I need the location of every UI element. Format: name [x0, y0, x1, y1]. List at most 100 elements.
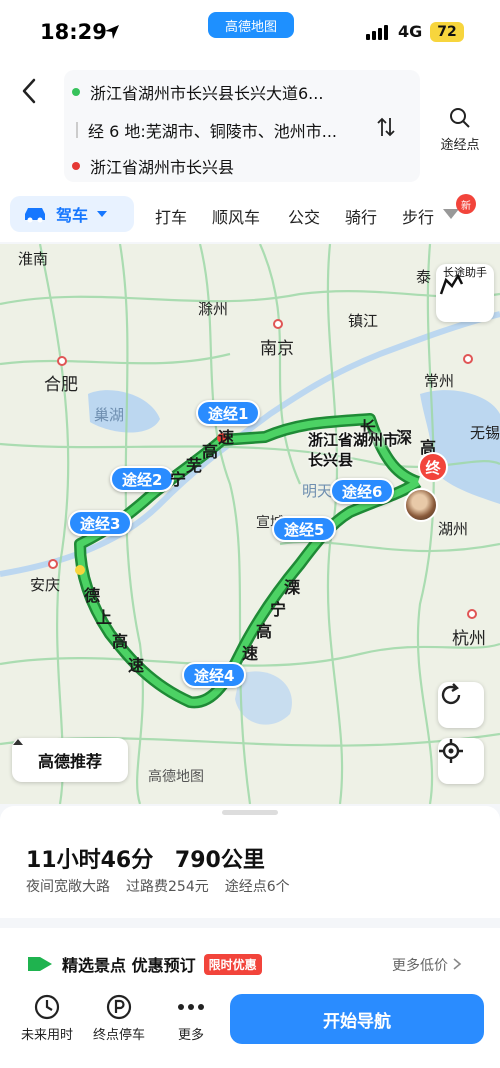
- chevron-right-icon: [453, 958, 462, 970]
- destination-pin[interactable]: 终: [418, 452, 448, 482]
- traffic-dot-icon: [75, 565, 85, 575]
- road-label: 高: [112, 632, 129, 651]
- city-label: 南京: [260, 339, 294, 359]
- origin-text: 浙江省湖州市长兴县长兴大道6...: [90, 84, 324, 103]
- clock-icon: [34, 994, 60, 1020]
- transport-mode-tabs: 驾车 打车 顺风车 公交 骑行 步行 新: [0, 194, 500, 238]
- user-avatar[interactable]: [404, 488, 438, 522]
- road-label: 宁: [170, 470, 187, 489]
- promo-badge: 限时优惠: [203, 953, 262, 975]
- city-label: 泰: [416, 268, 432, 286]
- locate-icon: [439, 739, 463, 763]
- dest-parking-button[interactable]: 终点停车: [84, 990, 154, 1043]
- network-type: 4G: [398, 22, 423, 41]
- chevron-up-icon: [13, 739, 23, 745]
- waypoint-marker-3[interactable]: 途经3: [68, 510, 133, 536]
- long-distance-helper-button[interactable]: 长途助手: [436, 264, 494, 322]
- route-distance: 790公里: [174, 848, 265, 873]
- road-label: 高: [256, 622, 273, 641]
- route-tag: 途经点6个: [224, 879, 290, 895]
- sheet-handle[interactable]: [222, 810, 278, 815]
- waypoint-marker-2[interactable]: 途经2: [110, 466, 175, 492]
- city-label: 安庆: [30, 576, 61, 594]
- promo-more-label: 更多低价: [392, 958, 448, 974]
- city-label: 明天: [302, 482, 333, 500]
- road-label: 高: [202, 442, 219, 461]
- refresh-button[interactable]: [438, 682, 484, 728]
- destination-map-label-line1: 浙江省湖州市: [308, 431, 399, 449]
- road-label: 深: [396, 428, 413, 447]
- route-duration: 11小时46分: [26, 848, 154, 873]
- destination-map-label-line2: 长兴县: [308, 451, 354, 469]
- waypoint-button[interactable]: 途经点: [432, 106, 488, 153]
- bottom-action-bar: 未来用时 终点停车 更多 开始导航: [0, 990, 500, 1060]
- city-label: 巢湖: [94, 406, 125, 424]
- location-arrow-icon: [105, 25, 119, 39]
- road-label: 宁: [270, 600, 287, 619]
- promo-text: 精选景点 优惠预订: [62, 956, 196, 975]
- origin-dot-icon: [72, 88, 80, 96]
- new-badge: 新: [456, 194, 476, 214]
- road-label: 上: [96, 608, 113, 627]
- city-label: 湖州: [438, 520, 469, 538]
- promo-more-link[interactable]: 更多低价: [392, 955, 462, 975]
- tab-drive-label: 驾车: [56, 206, 89, 225]
- destination-field[interactable]: 浙江省湖州市长兴县: [72, 154, 234, 178]
- tab-cycling[interactable]: 骑行: [345, 204, 377, 228]
- waypoint-marker-6[interactable]: 途经6: [330, 478, 395, 504]
- city-label: 滁州: [198, 300, 229, 318]
- city-label: 合肥: [44, 375, 78, 395]
- signal-icon: [366, 25, 388, 40]
- app-pill[interactable]: 高德地图: [208, 12, 294, 38]
- waypoint-marker-1[interactable]: 途经1: [196, 400, 261, 426]
- recommend-button[interactable]: 高德推荐: [12, 738, 128, 782]
- city-label: 镇江: [348, 312, 379, 330]
- future-time-label: 未来用时: [20, 1028, 73, 1043]
- chevron-down-icon: [97, 211, 108, 217]
- car-icon: [25, 208, 45, 223]
- parking-icon: [106, 994, 132, 1020]
- more-dots-icon: [178, 1004, 204, 1010]
- tab-carpool[interactable]: 顺风车: [212, 204, 260, 228]
- tab-bus[interactable]: 公交: [288, 204, 320, 228]
- waypoint-label: 途经点: [440, 138, 480, 153]
- waypoint-marker-4[interactable]: 途经4: [182, 662, 247, 688]
- via-bar-icon: [76, 122, 78, 138]
- city-label: 无锡: [470, 424, 500, 442]
- road-label: 速: [242, 644, 259, 663]
- tab-taxi[interactable]: 打车: [155, 204, 187, 228]
- locate-button[interactable]: [438, 738, 484, 784]
- road-label: 德: [84, 586, 101, 605]
- start-navigation-button[interactable]: 开始导航: [230, 994, 484, 1044]
- via-field[interactable]: 经 6 地:芜湖市、铜陵市、池州市...: [76, 118, 337, 142]
- road-label: 速: [128, 656, 145, 675]
- promo-icon: [28, 957, 52, 971]
- route-eta: 11小时46分 790公里: [26, 842, 279, 874]
- search-icon: [450, 108, 470, 128]
- future-time-button[interactable]: 未来用时: [12, 990, 82, 1043]
- waypoint-marker-5[interactable]: 途经5: [272, 516, 337, 542]
- more-button[interactable]: 更多: [156, 990, 226, 1043]
- map-view[interactable]: 淮南 滁州 南京 镇江 泰 合肥 巢湖 常州 无锡 宣城 明天 安庆 湖州 杭州…: [0, 244, 500, 804]
- swap-icon[interactable]: [376, 116, 396, 138]
- tab-drive[interactable]: 驾车: [10, 196, 134, 232]
- back-arrow-icon[interactable]: [16, 76, 44, 106]
- via-text: 经 6 地:芜湖市、铜陵市、池州市...: [88, 122, 338, 141]
- city-label: 杭州: [452, 629, 486, 649]
- app-pill-label: 高德地图: [224, 19, 277, 35]
- route-panel: 浙江省湖州市长兴县长兴大道6... 经 6 地:芜湖市、铜陵市、池州市... 浙…: [0, 66, 500, 242]
- more-label: 更多: [177, 1028, 204, 1043]
- car-route-icon: [439, 273, 464, 295]
- origin-field[interactable]: 浙江省湖州市长兴县长兴大道6...: [72, 80, 323, 104]
- promo-banner[interactable]: 精选景点 优惠预订 限时优惠: [26, 952, 262, 976]
- address-box: 浙江省湖州市长兴县长兴大道6... 经 6 地:芜湖市、铜陵市、池州市... 浙…: [64, 70, 420, 182]
- city-label: 常州: [424, 372, 455, 390]
- city-label: 淮南: [18, 250, 49, 268]
- refresh-icon: [441, 683, 461, 705]
- tab-walking[interactable]: 步行: [402, 204, 434, 228]
- destination-map-label: 浙江省湖州市 长兴县: [308, 430, 398, 470]
- section-divider: [0, 918, 500, 928]
- recommend-label: 高德推荐: [37, 752, 102, 771]
- destination-text: 浙江省湖州市长兴县: [90, 158, 235, 177]
- map-watermark: 高德地图: [148, 769, 204, 785]
